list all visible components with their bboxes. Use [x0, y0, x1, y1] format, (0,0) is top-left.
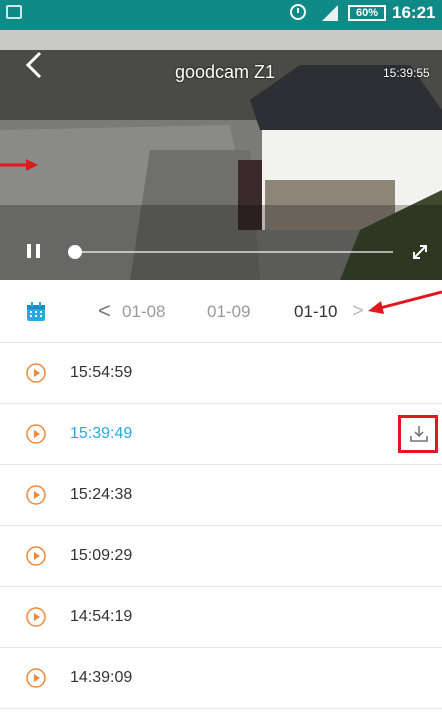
play-icon — [26, 668, 46, 688]
play-icon — [26, 485, 46, 505]
status-bar: 60% 16:21 — [0, 0, 442, 30]
recording-row[interactable]: 14:54:19 — [0, 587, 442, 648]
next-date-button[interactable]: > — [352, 300, 364, 323]
back-button[interactable] — [22, 50, 48, 80]
download-button[interactable] — [398, 415, 438, 453]
recording-time: 15:54:59 — [70, 364, 133, 381]
recording-time: 15:39:49 — [70, 425, 133, 442]
recording-row[interactable]: 15:54:59 — [0, 343, 442, 404]
recording-time: 15:09:29 — [70, 547, 133, 564]
playback-progress-bar[interactable] — [67, 245, 393, 259]
download-icon — [410, 426, 428, 442]
recording-list: 15:54:59 15:39:49 15:24:38 15:09:29 14:5… — [0, 343, 442, 709]
date-option[interactable]: 01-08 — [122, 302, 165, 322]
play-icon — [26, 607, 46, 627]
annotation-arrow-right — [368, 290, 442, 314]
signal-icon — [322, 5, 338, 21]
camera-name: goodcam Z1 — [175, 62, 276, 82]
previous-date-button[interactable]: < — [98, 298, 111, 324]
play-icon — [26, 424, 46, 444]
date-option-selected[interactable]: 01-10 — [294, 302, 337, 322]
recording-row-active[interactable]: 15:39:49 — [0, 404, 442, 465]
play-icon — [26, 363, 46, 383]
recording-row[interactable]: 14:39:09 — [0, 648, 442, 709]
pause-button[interactable] — [24, 241, 44, 263]
recording-time: 14:39:09 — [70, 669, 133, 686]
fullscreen-icon[interactable] — [410, 242, 430, 262]
recording-time: 15:24:38 — [70, 486, 133, 503]
pause-icon-bar — [36, 244, 40, 258]
clock: 16:21 — [392, 3, 436, 22]
video-player[interactable]: goodcam Z1 15:39:55 — [0, 30, 442, 280]
progress-knob[interactable] — [67, 245, 82, 259]
recording-time: 14:54:19 — [70, 608, 133, 625]
video-timestamp: 15:39:55 — [383, 66, 430, 80]
pause-icon-bar — [27, 244, 31, 258]
image-notification-icon — [6, 5, 22, 19]
annotation-arrow-left — [0, 159, 38, 171]
calendar-icon[interactable] — [26, 302, 46, 322]
recording-row[interactable]: 15:24:38 — [0, 465, 442, 526]
play-icon — [26, 546, 46, 566]
date-option[interactable]: 01-09 — [207, 302, 250, 322]
alarm-icon — [290, 4, 306, 20]
recording-row[interactable]: 15:09:29 — [0, 526, 442, 587]
battery-indicator: 60% — [348, 5, 386, 21]
